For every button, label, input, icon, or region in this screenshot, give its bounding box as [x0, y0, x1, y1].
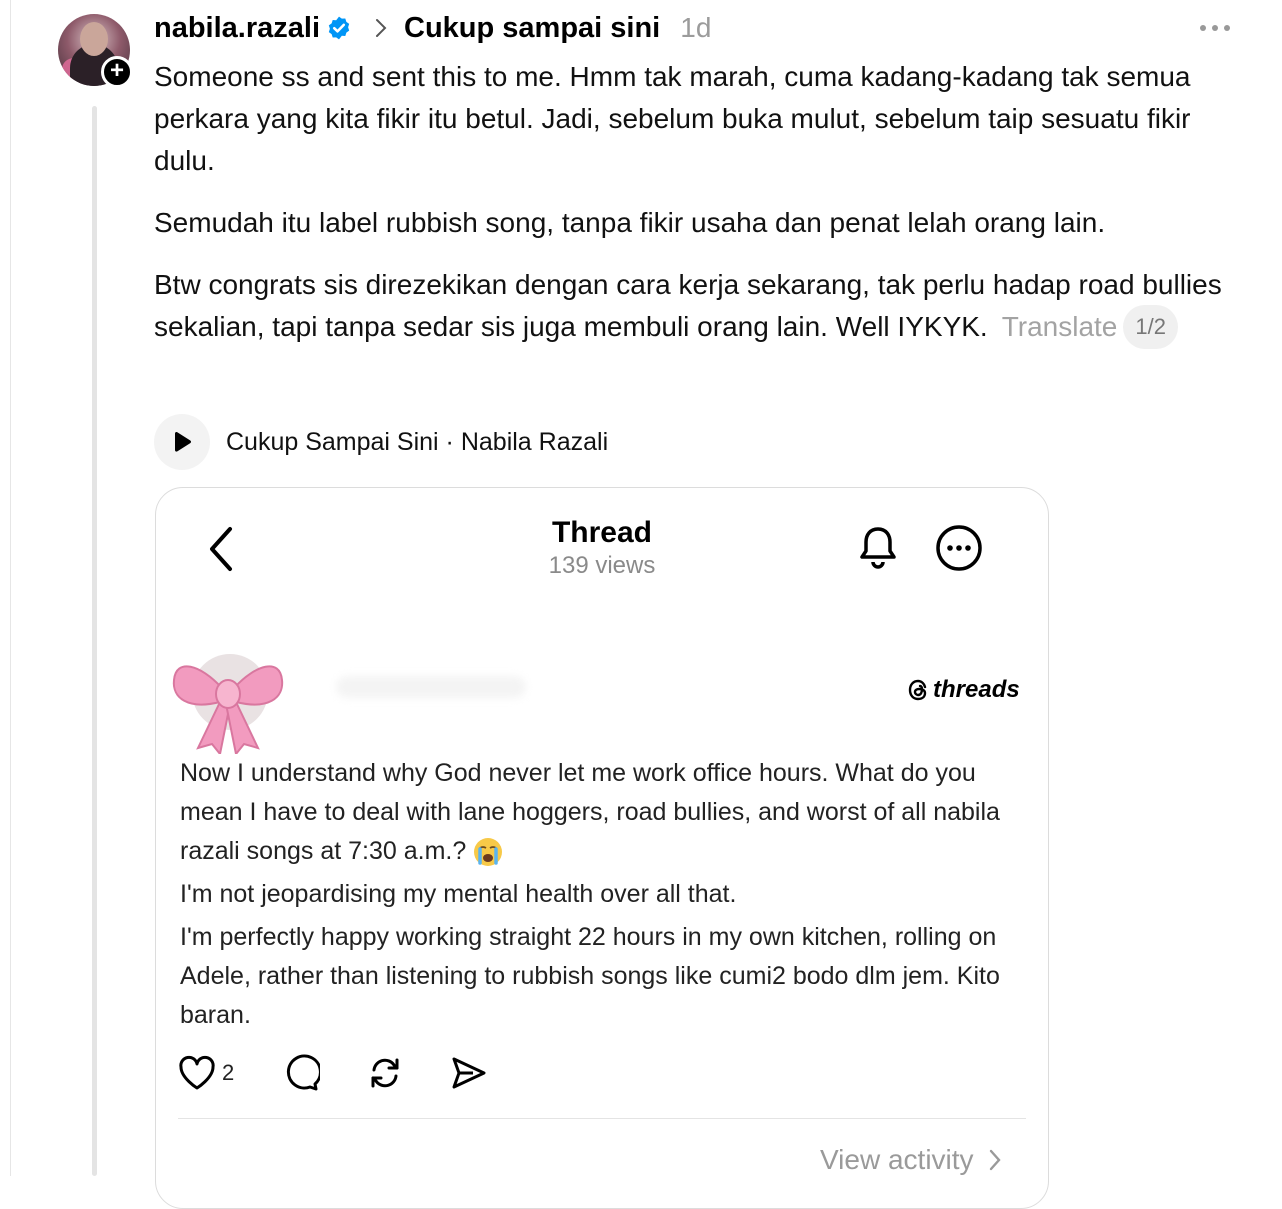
verified-badge-icon: [328, 16, 350, 40]
view-activity-label: View activity: [820, 1144, 974, 1175]
comment-icon[interactable]: [282, 1054, 321, 1092]
post-paragraph: Btw congrats sis direzekikan dengan cara…: [154, 264, 1229, 351]
thread-title: Thread: [551, 516, 653, 549]
quoted-post-text: Now I understand why God never let me wo…: [180, 754, 1030, 1039]
username[interactable]: nabila.razali: [154, 12, 320, 45]
translate-link[interactable]: Translate: [1002, 311, 1118, 342]
quoted-line: Now I understand why God never let me wo…: [180, 754, 1030, 871]
crying-face-icon: [474, 838, 503, 867]
chevron-right-icon: [376, 19, 387, 37]
heart-icon: [179, 1055, 215, 1090]
divider: [178, 1118, 1026, 1119]
post-paragraph: Semudah itu label rubbish song, tanpa fi…: [154, 207, 1106, 238]
more-circle-icon: [936, 525, 982, 571]
bow-avatar-icon: [172, 654, 284, 754]
threads-logo: threads: [908, 676, 1020, 704]
page-edge: [10, 0, 11, 1176]
repost-icon[interactable]: [366, 1054, 404, 1092]
like-count: 2: [222, 1060, 235, 1085]
quoted-line: I'm not jeopardising my mental health ov…: [180, 880, 737, 908]
music-title: Cukup Sampai Sini · Nabila Razali: [226, 427, 609, 456]
follow-button[interactable]: +: [101, 56, 133, 88]
quoted-line: I'm perfectly happy working straight 22 …: [180, 923, 1000, 1029]
action-bar: 2: [178, 1054, 488, 1092]
post-paragraph: Someone ss and sent this to me. Hmm tak …: [154, 61, 1191, 176]
play-button[interactable]: [154, 414, 210, 470]
more-options-icon[interactable]: [1200, 18, 1240, 38]
media-pager: 1/2: [1123, 304, 1178, 349]
threads-icon: [908, 679, 927, 701]
threads-wordmark: threads: [933, 676, 1020, 703]
play-icon: [175, 431, 192, 452]
view-activity-link[interactable]: View activity: [820, 1144, 1002, 1176]
post-header: nabila.razali Cukup sampai sini 1d: [154, 8, 711, 48]
music-attachment[interactable]: Cukup Sampai Sini · Nabila Razali: [154, 414, 608, 470]
thread-views: 139 views: [548, 552, 656, 579]
share-icon[interactable]: [450, 1054, 488, 1092]
topic-tag[interactable]: Cukup sampai sini: [404, 12, 660, 45]
post-body: Someone ss and sent this to me. Hmm tak …: [154, 56, 1229, 371]
post-time: 1d: [680, 12, 712, 43]
like-button[interactable]: 2: [178, 1055, 234, 1091]
screenshot-image[interactable]: Thread 139 views threads Now I understan…: [155, 487, 1049, 1209]
thread-line: [92, 106, 97, 1176]
blurred-username: [336, 676, 526, 698]
bell-icon: [860, 527, 896, 569]
chevron-right-icon: [989, 1149, 1001, 1171]
quoted-line-text: Now I understand why God never let me wo…: [180, 759, 1000, 865]
